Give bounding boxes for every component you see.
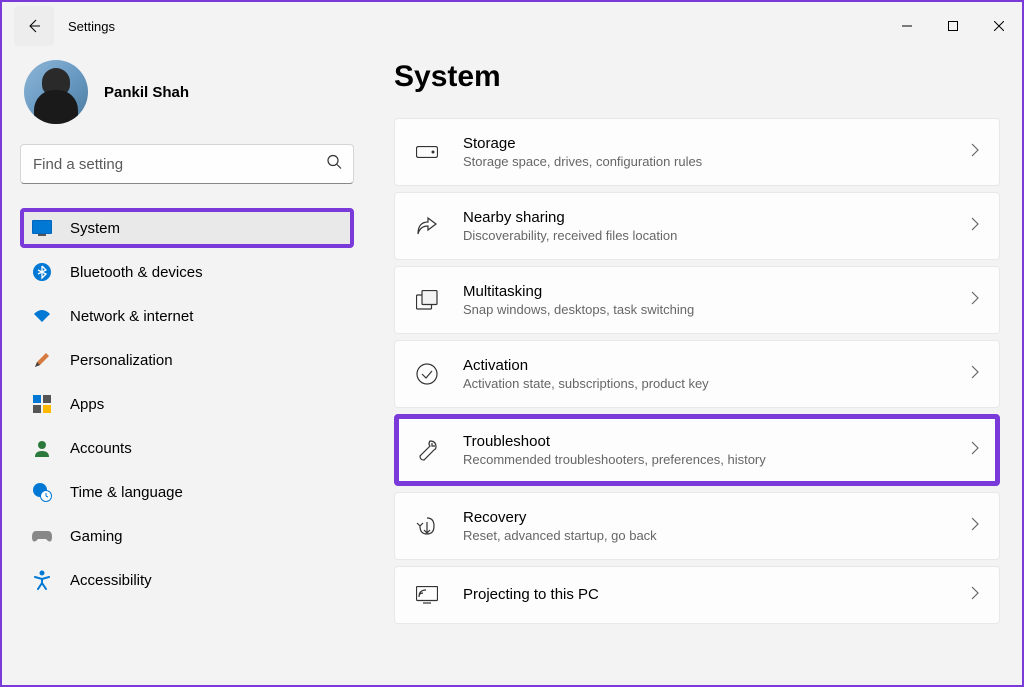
chevron-right-icon [971,217,979,236]
sidebar: Pankil Shah System Bluetooth & devices [2,50,372,685]
setting-activation[interactable]: Activation Activation state, subscriptio… [394,340,1000,408]
search-icon [326,154,342,175]
sidebar-item-system[interactable]: System [20,208,354,248]
avatar [24,60,88,124]
chevron-right-icon [971,291,979,310]
setting-text: Activation Activation state, subscriptio… [463,357,947,391]
setting-recovery[interactable]: Recovery Reset, advanced startup, go bac… [394,492,1000,560]
setting-title: Multitasking [463,283,947,300]
setting-desc: Discoverability, received files location [463,228,947,243]
chevron-right-icon [971,586,979,605]
chevron-right-icon [971,517,979,536]
person-icon [32,438,52,458]
setting-multitasking[interactable]: Multitasking Snap windows, desktops, tas… [394,266,1000,334]
paintbrush-icon [32,350,52,370]
setting-desc: Reset, advanced startup, go back [463,528,947,543]
minimize-button[interactable] [884,10,930,42]
wrench-icon [415,438,439,462]
back-button[interactable] [14,6,54,46]
setting-text: Projecting to this PC [463,586,947,605]
content-area: Pankil Shah System Bluetooth & devices [2,50,1022,685]
titlebar: Settings [2,2,1022,50]
minimize-icon [902,21,912,31]
maximize-icon [948,21,958,31]
sidebar-item-accounts[interactable]: Accounts [20,428,354,468]
setting-title: Activation [463,357,947,374]
sidebar-item-label: Accounts [70,440,132,457]
setting-storage[interactable]: Storage Storage space, drives, configura… [394,118,1000,186]
bluetooth-icon [32,262,52,282]
window-controls [884,10,1022,42]
setting-title: Projecting to this PC [463,586,947,603]
close-icon [994,21,1004,31]
maximize-button[interactable] [930,10,976,42]
window-title: Settings [68,19,115,34]
page-title: System [394,60,1000,94]
chevron-right-icon [971,365,979,384]
setting-desc: Recommended troubleshooters, preferences… [463,452,947,467]
sidebar-item-label: Bluetooth & devices [70,264,203,281]
setting-text: Storage Storage space, drives, configura… [463,135,947,169]
sidebar-item-time-language[interactable]: Time & language [20,472,354,512]
close-button[interactable] [976,10,1022,42]
apps-icon [32,394,52,414]
chevron-right-icon [971,143,979,162]
accessibility-icon [32,570,52,590]
sidebar-item-label: System [70,220,120,237]
sidebar-item-label: Network & internet [70,308,193,325]
sidebar-item-bluetooth[interactable]: Bluetooth & devices [20,252,354,292]
setting-projecting[interactable]: Projecting to this PC [394,566,1000,624]
setting-text: Multitasking Snap windows, desktops, tas… [463,283,947,317]
setting-title: Nearby sharing [463,209,947,226]
gamepad-icon [32,526,52,546]
sidebar-item-label: Accessibility [70,572,152,589]
wifi-icon [32,306,52,326]
settings-list: Storage Storage space, drives, configura… [394,118,1000,624]
sidebar-item-label: Time & language [70,484,183,501]
setting-desc: Snap windows, desktops, task switching [463,302,947,317]
sidebar-item-label: Apps [70,396,104,413]
setting-desc: Storage space, drives, configuration rul… [463,154,947,169]
search-input[interactable] [20,144,354,184]
nav-list: System Bluetooth & devices Network & int… [20,208,354,600]
setting-desc: Activation state, subscriptions, product… [463,376,947,391]
storage-icon [415,140,439,164]
setting-troubleshoot[interactable]: Troubleshoot Recommended troubleshooters… [394,414,1000,486]
recovery-icon [415,514,439,538]
sidebar-item-personalization[interactable]: Personalization [20,340,354,380]
sidebar-item-gaming[interactable]: Gaming [20,516,354,556]
multitasking-icon [415,288,439,312]
setting-text: Recovery Reset, advanced startup, go bac… [463,509,947,543]
sidebar-item-apps[interactable]: Apps [20,384,354,424]
sidebar-item-network[interactable]: Network & internet [20,296,354,336]
setting-title: Recovery [463,509,947,526]
setting-text: Nearby sharing Discoverability, received… [463,209,947,243]
main-content: System Storage Storage space, drives, co… [372,50,1022,685]
share-icon [415,214,439,238]
setting-text: Troubleshoot Recommended troubleshooters… [463,433,947,467]
sidebar-item-accessibility[interactable]: Accessibility [20,560,354,600]
system-icon [32,218,52,238]
setting-title: Troubleshoot [463,433,947,450]
user-section[interactable]: Pankil Shah [24,60,354,124]
user-name: Pankil Shah [104,84,189,101]
titlebar-left: Settings [10,6,115,46]
checkmark-circle-icon [415,362,439,386]
chevron-right-icon [971,441,979,460]
setting-title: Storage [463,135,947,152]
arrow-left-icon [26,18,42,34]
sidebar-item-label: Personalization [70,352,173,369]
projecting-icon [415,583,439,607]
search-box [20,144,354,184]
setting-nearby-sharing[interactable]: Nearby sharing Discoverability, received… [394,192,1000,260]
sidebar-item-label: Gaming [70,528,123,545]
globe-clock-icon [32,482,52,502]
